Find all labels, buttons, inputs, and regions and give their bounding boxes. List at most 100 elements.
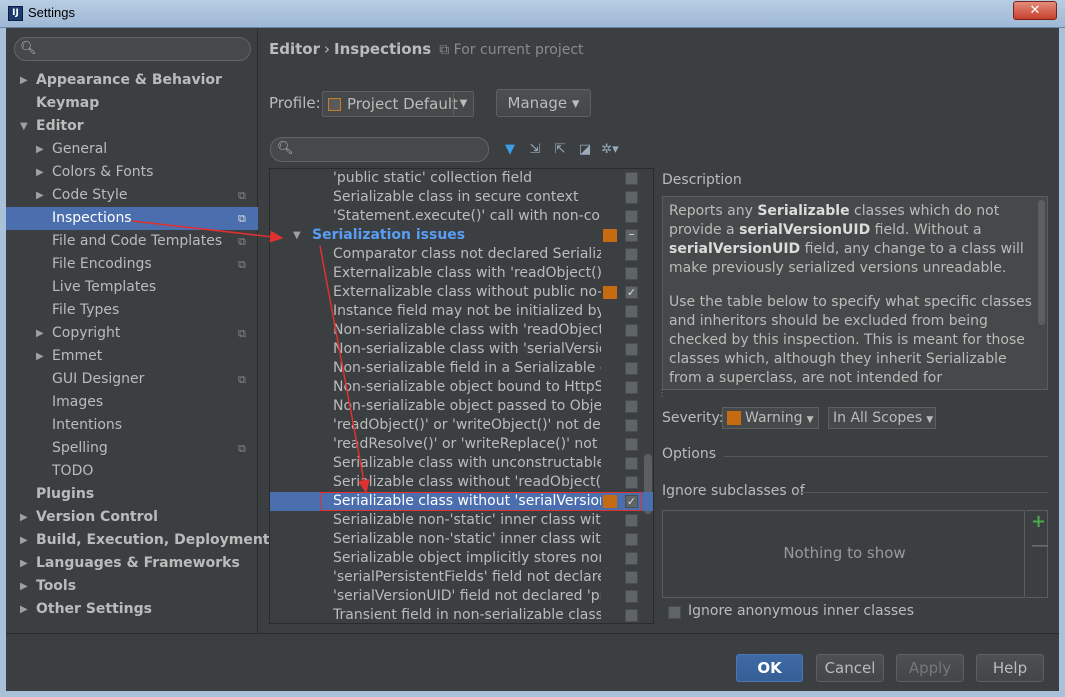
sidebar-item-languages-frameworks[interactable]: ▶ Languages & Frameworks <box>6 552 258 575</box>
sidebar-item-general[interactable]: ▶ General <box>6 138 258 161</box>
sidebar-item-file-encodings[interactable]: File Encodings ⧉ <box>6 253 258 276</box>
sidebar-item-file-and-code-templates[interactable]: File and Code Templates ⧉ <box>6 230 258 253</box>
apply-button[interactable]: Apply <box>896 654 964 682</box>
inspection-item[interactable]: Transient field in non-serializable clas… <box>270 606 653 623</box>
sidebar-item-intentions[interactable]: Intentions <box>6 414 258 437</box>
collapse-all-icon[interactable]: ⇱ <box>549 140 571 160</box>
description-scrollbar[interactable] <box>1038 200 1045 325</box>
sidebar-item-gui-designer[interactable]: GUI Designer ⧉ <box>6 368 258 391</box>
inspection-item[interactable]: 'Statement.execute()' call with non-cons <box>270 207 653 226</box>
severity-dropdown[interactable]: Warning ▼ <box>722 407 819 429</box>
ignore-anonymous-checkbox[interactable] <box>668 606 681 619</box>
chevron-right-icon[interactable]: ▶ <box>20 506 32 529</box>
inspection-item[interactable]: Serializable class in secure context <box>270 188 653 207</box>
chevron-right-icon[interactable]: ▶ <box>36 345 48 368</box>
inspection-item[interactable]: Serializable non-'static' inner class wi… <box>270 511 653 530</box>
chevron-down-icon[interactable]: ▼ <box>453 92 473 116</box>
inspection-checkbox[interactable] <box>625 514 638 527</box>
inspection-checkbox[interactable] <box>625 191 638 204</box>
close-window-button[interactable]: ✕ <box>1013 1 1057 20</box>
sidebar-item-inspections[interactable]: Inspections ⧉ <box>6 207 258 230</box>
inspection-checkbox[interactable] <box>625 305 638 318</box>
inspection-item[interactable]: Serializable class with unconstructable … <box>270 454 653 473</box>
inspection-item[interactable]: Instance field may not be initialized by… <box>270 302 653 321</box>
sidebar-item-file-types[interactable]: File Types <box>6 299 258 322</box>
inspection-item[interactable]: Externalizable class without public no-a… <box>270 283 653 302</box>
profile-dropdown[interactable]: Project Default ▼ <box>322 91 474 117</box>
inspection-item[interactable]: 'serialVersionUID' field not declared 'p… <box>270 587 653 606</box>
sidebar-item-appearance-behavior[interactable]: ▶ Appearance & Behavior <box>6 69 258 92</box>
inspection-checkbox[interactable] <box>625 533 638 546</box>
chevron-right-icon[interactable]: ▶ <box>20 575 32 598</box>
inspection-checkbox[interactable] <box>625 438 638 451</box>
sidebar-item-version-control[interactable]: ▶ Version Control <box>6 506 258 529</box>
inspection-item[interactable]: Serializable non-'static' inner class wi… <box>270 530 653 549</box>
chevron-right-icon[interactable]: ▶ <box>36 161 48 184</box>
chevron-right-icon[interactable]: ▶ <box>20 529 32 552</box>
chevron-right-icon[interactable]: ▶ <box>36 322 48 345</box>
inspection-item[interactable]: 'readObject()' or 'writeObject()' not de… <box>270 416 653 435</box>
sidebar-item-copyright[interactable]: ▶ Copyright ⧉ <box>6 322 258 345</box>
inspection-item[interactable]: Non-serializable class with 'readObject(… <box>270 321 653 340</box>
inspection-checkbox[interactable] <box>625 419 638 432</box>
inspection-checkbox[interactable] <box>625 362 638 375</box>
sidebar-item-images[interactable]: Images <box>6 391 258 414</box>
ignore-subclasses-table[interactable]: Nothing to show <box>662 510 1025 598</box>
reset-icon[interactable]: ◪ <box>574 140 596 160</box>
chevron-down-icon[interactable]: ▼ <box>20 115 32 138</box>
inspection-checkbox[interactable] <box>625 343 638 356</box>
inspection-checkbox[interactable] <box>625 324 638 337</box>
inspection-item[interactable]: 'serialPersistentFields' field not decla… <box>270 568 653 587</box>
inspection-item[interactable]: Non-serializable object bound to HttpSe <box>270 378 653 397</box>
sidebar-item-spelling[interactable]: Spelling ⧉ <box>6 437 258 460</box>
inspection-item[interactable]: Comparator class not declared Serializab <box>270 245 653 264</box>
inspection-checkbox[interactable] <box>625 590 638 603</box>
chevron-down-icon[interactable]: ▼ <box>293 226 301 245</box>
inspection-checkbox[interactable] <box>625 400 638 413</box>
inspection-item[interactable]: Serializable class without 'serialVersio… <box>270 492 653 511</box>
scope-dropdown[interactable]: In All Scopes ▼ <box>828 407 936 429</box>
sidebar-item-code-style[interactable]: ▶ Code Style ⧉ <box>6 184 258 207</box>
sidebar-item-emmet[interactable]: ▶ Emmet <box>6 345 258 368</box>
inspection-filter-input[interactable]: 🔍︎ <box>270 137 489 162</box>
help-button[interactable]: Help <box>976 654 1044 682</box>
manage-button[interactable]: Manage ▾ <box>496 89 591 117</box>
filter-icon[interactable]: ▼ <box>499 140 521 160</box>
inspection-checkbox[interactable] <box>625 571 638 584</box>
sidebar-item-tools[interactable]: ▶ Tools <box>6 575 258 598</box>
inspection-checkbox[interactable] <box>625 267 638 280</box>
inspection-checkbox[interactable] <box>625 457 638 470</box>
inspection-item[interactable]: Serializable class without 'readObject()… <box>270 473 653 492</box>
inspection-item[interactable]: Non-serializable field in a Serializable… <box>270 359 653 378</box>
inspection-checkbox[interactable] <box>625 172 638 185</box>
expand-all-icon[interactable]: ⇲ <box>524 140 546 160</box>
sidebar-item-build-execution-deployment[interactable]: ▶ Build, Execution, Deployment <box>6 529 270 552</box>
add-icon[interactable]: + <box>1031 511 1046 532</box>
ok-button[interactable]: OK <box>736 654 803 682</box>
inspection-checkbox[interactable] <box>625 552 638 565</box>
inspection-checkbox[interactable] <box>625 381 638 394</box>
chevron-right-icon[interactable]: ▶ <box>36 184 48 207</box>
chevron-right-icon[interactable]: ▶ <box>20 69 32 92</box>
inspection-item[interactable]: Non-serializable object passed to Objec <box>270 397 653 416</box>
inspection-item[interactable]: 'readResolve()' or 'writeReplace()' not … <box>270 435 653 454</box>
inspection-checkbox[interactable] <box>625 210 638 223</box>
chevron-right-icon[interactable]: ▶ <box>20 598 32 621</box>
settings-icon[interactable]: ✲▾ <box>599 140 621 160</box>
inspection-checkbox[interactable]: ✓ <box>625 286 638 299</box>
remove-icon[interactable]: — <box>1031 535 1049 556</box>
sidebar-item-keymap[interactable]: Keymap <box>6 92 258 115</box>
sidebar-item-plugins[interactable]: Plugins <box>6 483 258 506</box>
sidebar-item-colors-fonts[interactable]: ▶ Colors & Fonts <box>6 161 258 184</box>
inspection-item[interactable]: Non-serializable class with 'serialVersi… <box>270 340 653 359</box>
inspection-item[interactable]: Serializable object implicitly stores no… <box>270 549 653 568</box>
inspection-group[interactable]: ▼ Serialization issues – <box>270 226 653 245</box>
cancel-button[interactable]: Cancel <box>816 654 884 682</box>
splitter-handle[interactable]: ⋮ <box>657 388 667 399</box>
sidebar-item-editor[interactable]: ▼ Editor <box>6 115 258 138</box>
chevron-right-icon[interactable]: ▶ <box>36 138 48 161</box>
inspection-checkbox[interactable] <box>625 248 638 261</box>
sidebar-item-other-settings[interactable]: ▶ Other Settings <box>6 598 258 621</box>
sidebar-item-todo[interactable]: TODO <box>6 460 258 483</box>
settings-search-input[interactable]: 🔍︎ <box>14 37 251 61</box>
